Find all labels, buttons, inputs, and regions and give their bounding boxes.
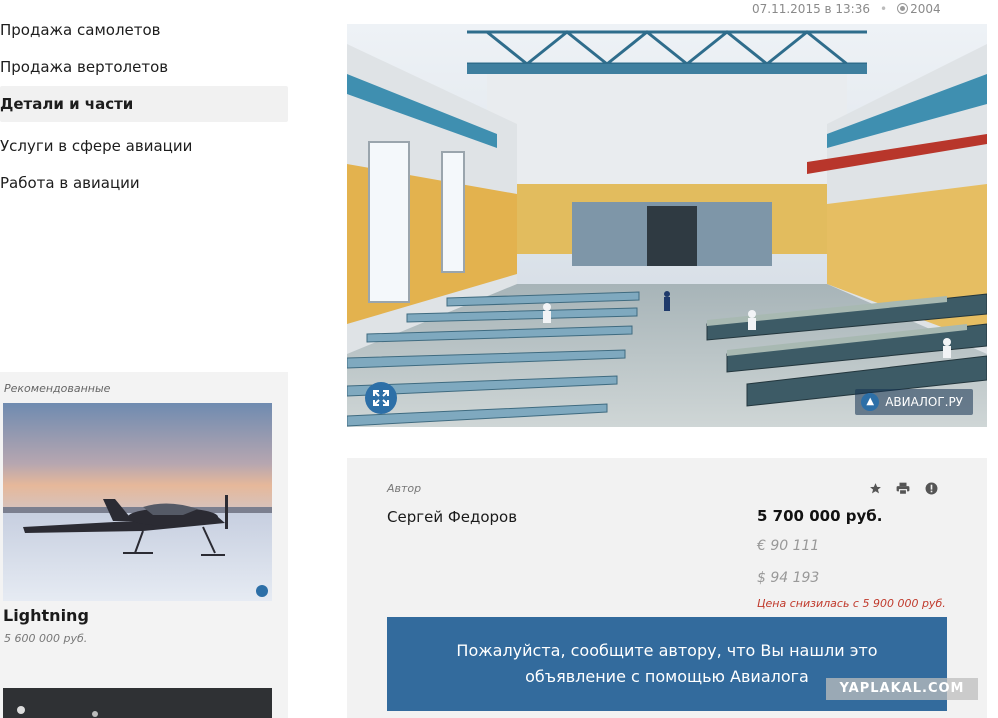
nav-item-aviation-jobs[interactable]: Работа в авиации [0, 165, 288, 201]
listing-meta: 07.11.2015 в 13:36 • 2004 [752, 2, 941, 16]
star-icon [869, 482, 881, 493]
price-usd: $ 94 193 [757, 570, 820, 586]
nav-item-plane-sales[interactable]: Продажа самолетов [0, 12, 288, 48]
author-name[interactable]: Сергей Федоров [387, 508, 517, 526]
nav-item-aviation-services[interactable]: Услуги в сфере авиации [0, 128, 288, 164]
report-button[interactable] [923, 480, 939, 496]
eye-icon [897, 3, 909, 14]
image-watermark: ▲ АВИАЛОГ.РУ [855, 389, 973, 415]
printer-icon [896, 482, 910, 495]
plane-on-snow-image [3, 403, 272, 601]
listing-main-image[interactable]: ▲ АВИАЛОГ.РУ [347, 24, 987, 427]
view-count: 2004 [910, 2, 941, 16]
recommended-item-price: 5 600 000 руб. [4, 632, 88, 645]
site-watermark: YAPLAKAL.COM [826, 678, 978, 700]
author-label: Автор [387, 482, 422, 495]
favorite-button[interactable] [867, 480, 883, 496]
expand-icon [373, 390, 389, 406]
nav-item-helicopter-sales[interactable]: Продажа вертолетов [0, 49, 288, 85]
print-button[interactable] [895, 480, 911, 496]
meta-separator: • [880, 2, 888, 16]
alert-icon [925, 482, 937, 494]
price-rub: 5 700 000 руб. [757, 507, 883, 525]
price-drop-notice: Цена снизилась с 5 900 000 руб. [757, 597, 946, 610]
recommended-item-image-2[interactable] [3, 688, 272, 718]
listing-date: 07.11.2015 в 13:36 [752, 2, 870, 16]
listing-actions [867, 480, 939, 496]
watermark-text: АВИАЛОГ.РУ [885, 395, 963, 409]
expand-image-button[interactable] [365, 382, 397, 414]
hangar-thumbnail-image [3, 688, 272, 718]
recommended-item-title[interactable]: Lightning [3, 606, 89, 625]
recommended-panel: Рекомендованные Lightning 5 600 000 руб. [0, 372, 288, 718]
avialog-logo-icon: ▲ [861, 393, 880, 411]
nav-item-parts[interactable]: Детали и части [0, 86, 288, 122]
hangar-image [347, 24, 987, 427]
recommended-heading: Рекомендованные [4, 382, 111, 395]
recommended-item-image[interactable] [3, 403, 272, 601]
price-eur: € 90 111 [757, 538, 820, 554]
